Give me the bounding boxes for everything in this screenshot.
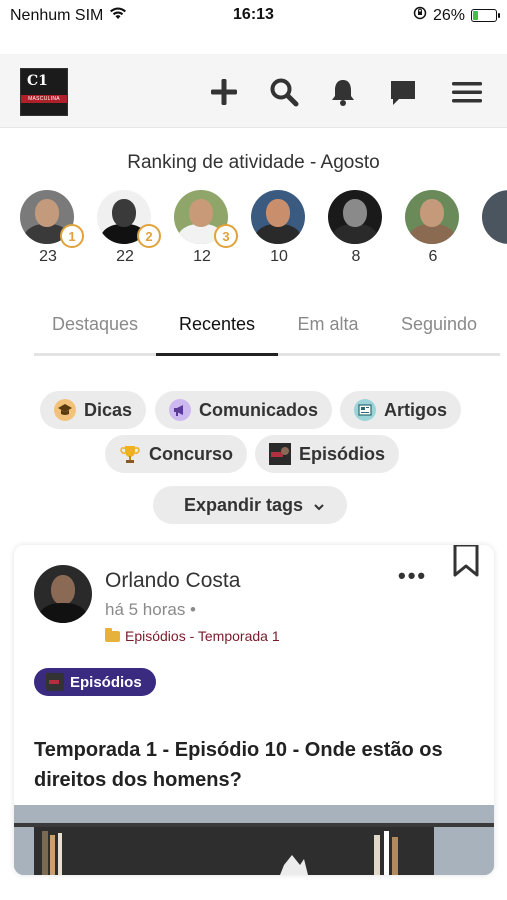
battery-percent: 26% — [432, 6, 465, 24]
avatar[interactable] — [405, 190, 459, 244]
ranking-user[interactable]: 3 12 — [174, 190, 238, 265]
menu-icon[interactable] — [451, 76, 483, 108]
rank-count: 8 — [351, 248, 361, 265]
tag-dicas[interactable]: Dicas — [40, 391, 147, 429]
post-category[interactable]: Episódios - Temporada 1 — [105, 627, 280, 644]
status-bar: Nenhum SIM 16:13 26% — [0, 0, 507, 32]
tag-artigos-label: Artigos — [384, 399, 447, 420]
avatar[interactable] — [328, 190, 382, 244]
ranking-user-partial[interactable] — [482, 190, 507, 244]
tag-dicas-label: Dicas — [84, 399, 133, 420]
rank-count: 22 — [116, 248, 134, 265]
episodes-thumbnail-icon — [46, 673, 64, 691]
post-title[interactable]: Temporada 1 - Episódio 10 - Onde estão o… — [34, 735, 484, 795]
ranking-row: 1 23 2 22 3 12 10 8 6 — [20, 190, 507, 270]
tag-episodios-label: Episódios — [299, 443, 386, 464]
rank-medal-icon: 1 — [60, 224, 84, 248]
folder-icon — [105, 627, 120, 642]
rank-count: 23 — [39, 248, 57, 265]
expand-tags-label: Expandir tags — [184, 494, 304, 515]
avatar[interactable] — [251, 190, 305, 244]
post-category-label: Episódios - Temporada 1 — [125, 628, 280, 644]
tag-concurso-label: Concurso — [149, 443, 234, 464]
ranking-user[interactable]: 6 — [405, 190, 461, 265]
rank-count: 6 — [428, 248, 438, 265]
author-avatar[interactable] — [34, 565, 92, 623]
episodes-thumbnail-icon — [269, 443, 291, 465]
active-tab-indicator — [156, 353, 278, 356]
feed-tabs: Destaques Recentes Em alta Seguindo — [34, 304, 500, 356]
megaphone-icon — [169, 399, 191, 421]
expand-tags-button[interactable]: Expandir tags — [153, 486, 348, 524]
bell-icon[interactable] — [327, 76, 359, 108]
rank-count: 12 — [193, 248, 211, 265]
rank-medal-icon: 3 — [214, 224, 238, 248]
rank-medal-icon: 2 — [137, 224, 161, 248]
bookmark-icon[interactable] — [452, 545, 480, 582]
tag-episodios[interactable]: Episódios — [255, 435, 400, 473]
ranking-user[interactable]: 8 — [328, 190, 384, 265]
post-cover-image[interactable] — [14, 805, 494, 875]
app-logo[interactable]: C1 MASCULINA — [20, 68, 68, 116]
tag-comunicados-label: Comunicados — [199, 399, 319, 420]
trophy-icon — [119, 443, 141, 465]
post-author[interactable]: Orlando Costa — [105, 569, 240, 593]
logo-text: MASCULINA — [28, 96, 60, 102]
app-header: C1 MASCULINA — [0, 54, 507, 128]
rank-count: 10 — [270, 248, 288, 265]
status-right: 26% — [413, 6, 500, 25]
chevron-down-icon — [313, 495, 325, 516]
ranking-user[interactable]: 2 22 — [97, 190, 161, 265]
battery-fill — [473, 11, 478, 20]
tab-em-alta[interactable]: Em alta — [278, 314, 378, 335]
post-card[interactable]: Orlando Costa há 5 horas • Episódios - T… — [14, 545, 494, 875]
avatar[interactable] — [482, 190, 507, 244]
ranking-title: Ranking de atividade - Agosto — [127, 152, 380, 173]
newspaper-icon — [354, 399, 376, 421]
graduation-cap-icon — [54, 399, 76, 421]
chat-icon[interactable] — [387, 76, 419, 108]
tag-concurso[interactable]: Concurso — [105, 435, 248, 473]
tag-comunicados[interactable]: Comunicados — [155, 391, 333, 429]
tab-recentes[interactable]: Recentes — [156, 314, 278, 335]
search-icon[interactable] — [268, 76, 300, 108]
ranking-user[interactable]: 10 — [251, 190, 307, 265]
post-tag-badge[interactable]: Episódios — [34, 668, 156, 696]
ranking-user[interactable]: 1 23 — [20, 190, 84, 265]
tab-destaques[interactable]: Destaques — [34, 314, 156, 335]
more-options-icon[interactable]: ••• — [398, 563, 427, 589]
post-tag-badge-label: Episódios — [70, 673, 142, 691]
tab-seguindo[interactable]: Seguindo — [384, 314, 494, 335]
orientation-lock-icon — [413, 6, 427, 25]
tag-artigos[interactable]: Artigos — [340, 391, 461, 429]
plus-icon[interactable] — [208, 76, 240, 108]
battery-icon — [471, 9, 500, 22]
post-time: há 5 horas • — [105, 600, 197, 619]
